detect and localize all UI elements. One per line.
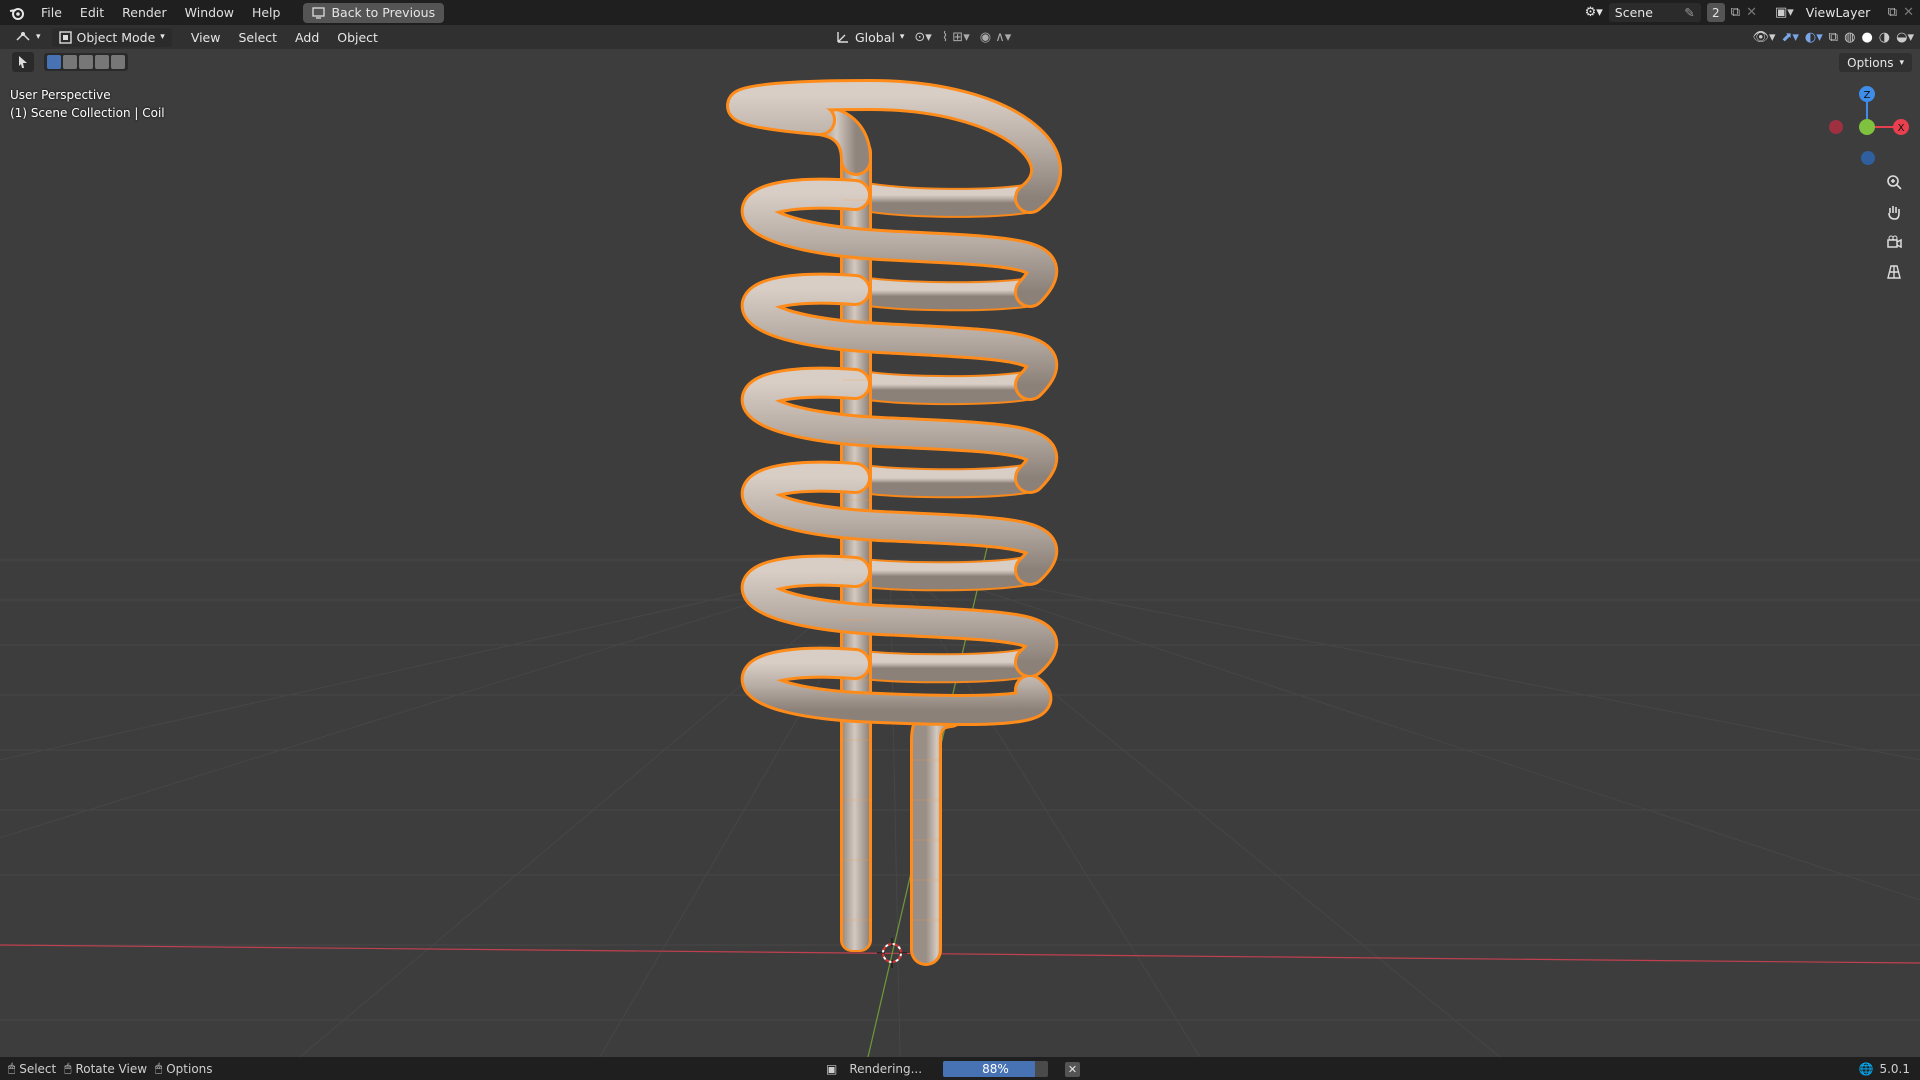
render-progress-label: 88%: [982, 1062, 1009, 1076]
view-layer-name: ViewLayer: [1805, 5, 1871, 20]
back-to-previous-button[interactable]: Back to Previous: [303, 2, 445, 23]
back-to-previous-label: Back to Previous: [331, 5, 436, 20]
scene-field[interactable]: Scene ✎: [1608, 3, 1701, 22]
scene-controls: ⚙▾ Scene ✎ 2 ⧉ ✕ ▣▾ ViewLayer ⧉ ✕: [1585, 0, 1920, 25]
new-scene-icon[interactable]: ⧉: [1731, 5, 1740, 20]
view-layer-icon[interactable]: ▣▾: [1775, 5, 1794, 20]
select-extend-icon[interactable]: [63, 55, 77, 69]
object-mode-icon: [58, 30, 72, 44]
status-select-label: Select: [19, 1061, 57, 1076]
select-intersect-icon[interactable]: [111, 55, 125, 69]
gizmo-icon[interactable]: ⬈▾: [1782, 30, 1799, 45]
orientation-icon: [837, 32, 848, 43]
menu-edit[interactable]: Edit: [71, 5, 113, 20]
rendering-label: Rendering...: [849, 1061, 923, 1076]
menu-view[interactable]: View: [182, 30, 230, 45]
close-scene-icon[interactable]: ✕: [1746, 5, 1757, 20]
collection-label: (1) Scene Collection | Coil: [10, 106, 165, 120]
viewport-info: User Perspective (1) Scene Collection | …: [10, 86, 165, 122]
solid-shading-icon[interactable]: ●: [1861, 30, 1872, 45]
transform-orientation-label: Global: [855, 29, 895, 45]
viewport-nav-buttons: [1882, 170, 1906, 284]
ortho-grid-icon[interactable]: [1882, 260, 1906, 284]
viewport-3d[interactable]: Z X: [0, 49, 1920, 1057]
options-dropdown[interactable]: Options ▾: [1839, 53, 1912, 72]
mouse-right-icon: 🖱: [155, 1061, 163, 1075]
pivot-point-icon[interactable]: ⊙▾: [914, 30, 931, 45]
y-axis-handle[interactable]: [1859, 119, 1875, 135]
pan-hand-icon[interactable]: [1882, 200, 1906, 224]
chevron-down-icon: ▾: [160, 32, 165, 42]
editor-type-dropdown[interactable]: ▾: [8, 28, 48, 47]
close-view-layer-icon[interactable]: ✕: [1903, 5, 1914, 20]
overlays-icon[interactable]: ◐▾: [1805, 30, 1823, 45]
wireframe-shading-icon[interactable]: ◍: [1844, 30, 1855, 45]
transform-orientation-dropdown[interactable]: Global ▾: [836, 30, 904, 45]
scene-icon[interactable]: ⚙▾: [1585, 5, 1603, 20]
x-axis-line: [0, 944, 1920, 964]
render-progress-bar: 88%: [943, 1061, 1048, 1077]
menu-file[interactable]: File: [32, 5, 71, 20]
options-label: Options: [1847, 55, 1894, 70]
zoom-icon[interactable]: [1882, 170, 1906, 194]
version-label: 5.0.1: [1879, 1061, 1910, 1076]
mode-dropdown[interactable]: Object Mode ▾: [51, 27, 172, 47]
visibility-icon[interactable]: 👁▾: [1752, 30, 1775, 45]
render-icon[interactable]: ▣: [826, 1062, 837, 1076]
selection-mode-group: [44, 53, 128, 71]
status-rotate-label: Rotate View: [75, 1061, 148, 1076]
scene-user-count: 2: [1706, 3, 1725, 22]
globe-icon: 🌐: [1858, 1061, 1874, 1076]
scene-name: Scene: [1614, 5, 1653, 20]
status-select: 🖱 Select: [8, 1061, 56, 1076]
select-set-icon[interactable]: [47, 55, 61, 69]
proportional-editing-icon[interactable]: ◉ ∧▾: [980, 30, 1012, 45]
mouse-left-icon: 🖱: [8, 1061, 16, 1075]
select-invert-icon[interactable]: [95, 55, 109, 69]
chevron-down-icon: ▾: [1899, 57, 1904, 68]
navigation-gizmo[interactable]: Z X: [1829, 86, 1909, 165]
menu-render[interactable]: Render: [113, 5, 176, 20]
new-view-layer-icon[interactable]: ⧉: [1888, 5, 1897, 20]
tool-header: [12, 52, 128, 72]
xray-icon[interactable]: ⧉: [1829, 30, 1838, 45]
top-bar: File Edit Render Window Help Back to Pre…: [0, 0, 1920, 25]
status-rotate-view: 🖱 Rotate View: [64, 1061, 147, 1076]
version-info: 🌐 5.0.1: [1859, 1057, 1911, 1080]
blender-logo-icon[interactable]: [6, 2, 28, 24]
neg-z-axis-handle[interactable]: [1861, 151, 1875, 165]
menu-window[interactable]: Window: [176, 5, 243, 20]
snap-icon[interactable]: ⌇ ⊞▾: [942, 30, 970, 45]
menu-object[interactable]: Object: [328, 30, 387, 45]
chevron-down-icon: ▾: [36, 32, 41, 42]
viewport-editor-icon: [16, 32, 30, 41]
material-shading-icon[interactable]: ◑: [1879, 30, 1890, 45]
menu-select[interactable]: Select: [229, 30, 286, 45]
coil-object[interactable]: [726, 78, 1062, 966]
render-status: ▣ Rendering...: [826, 1062, 922, 1076]
neg-x-axis-handle[interactable]: [1829, 120, 1843, 134]
mode-label: Object Mode: [76, 29, 156, 45]
select-subtract-icon[interactable]: [79, 55, 93, 69]
menu-help[interactable]: Help: [243, 5, 290, 20]
mouse-middle-icon: 🖱: [64, 1061, 72, 1075]
svg-text:Z: Z: [1864, 90, 1871, 101]
screen-icon: [312, 6, 326, 19]
viewport-display-tools: 👁▾ ⬈▾ ◐▾ ⧉ ◍ ● ◑ ◒▾: [1752, 25, 1914, 49]
select-tool-icon[interactable]: [12, 52, 34, 72]
perspective-label: User Perspective: [10, 88, 111, 102]
pin-icon[interactable]: ✎: [1684, 5, 1694, 20]
rendered-shading-icon[interactable]: ◒▾: [1896, 30, 1914, 45]
chevron-down-icon: ▾: [899, 32, 905, 42]
status-options: 🖱 Options: [155, 1061, 213, 1076]
menu-add[interactable]: Add: [286, 30, 328, 45]
camera-view-icon[interactable]: [1882, 230, 1906, 254]
status-options-label: Options: [166, 1061, 213, 1076]
view-layer-field[interactable]: ViewLayer: [1799, 3, 1882, 22]
transform-tools: Global ▾ ⊙▾ ⌇ ⊞▾ ◉ ∧▾: [836, 25, 1011, 49]
svg-text:X: X: [1898, 123, 1905, 134]
cancel-render-icon[interactable]: ✕: [1065, 1062, 1080, 1077]
